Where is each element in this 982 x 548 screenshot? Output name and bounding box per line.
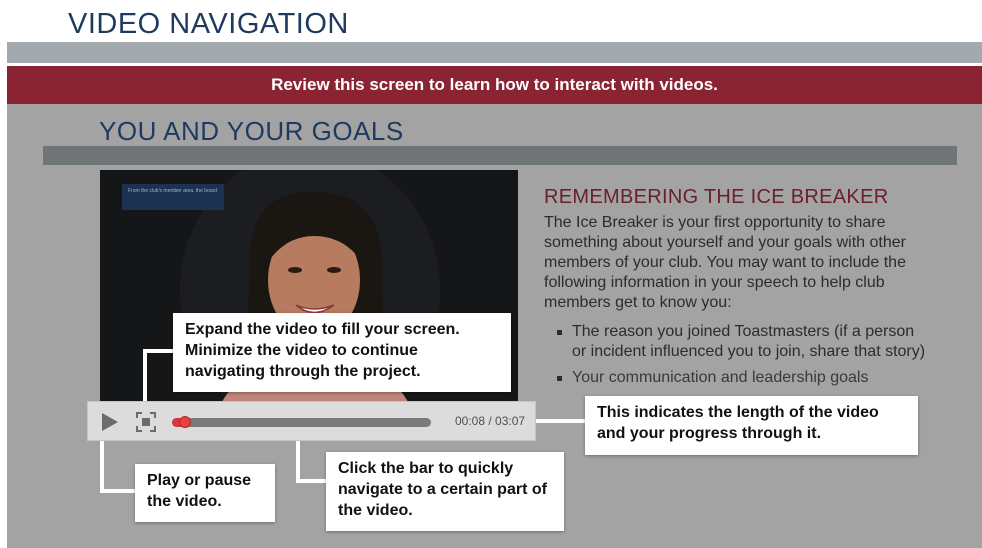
header-rule [7,42,982,63]
callout-leader [100,489,136,493]
callout-play: Play or pause the video. [135,464,275,522]
time-readout: 00:08 / 03:07 [455,414,526,428]
list-item: Your communication and leadership goals [557,368,927,388]
callout-expand: Expand the video to fill your screen. Mi… [173,313,511,392]
callout-length: This indicates the length of the video a… [585,396,918,455]
expand-icon[interactable] [135,411,157,433]
instruction-banner: Review this screen to learn how to inter… [7,66,982,104]
callout-leader [296,441,300,483]
callout-leader [143,349,175,353]
progress-seek-bar[interactable] [172,416,431,428]
callout-leader [100,441,104,493]
page-title: VIDEO NAVIGATION [68,8,349,40]
screen-preview: Review this screen to learn how to inter… [7,66,982,548]
callout-seek: Click the bar to quickly navigate to a c… [326,452,564,531]
video-control-bar: 00:08 / 03:07 [87,401,536,441]
callout-leader [143,349,147,407]
article-body: The Ice Breaker is your first opportunit… [544,214,906,311]
play-icon[interactable] [98,411,120,433]
section-rule [43,146,957,165]
article-title: REMEMBERING THE ICE BREAKER [544,186,889,208]
article-bullets: The reason you joined Toastmasters (if a… [557,322,927,388]
list-item: The reason you joined Toastmasters (if a… [557,322,927,362]
progress-knob[interactable] [179,416,192,428]
section-title: YOU AND YOUR GOALS [99,116,404,146]
callout-leader [296,479,328,483]
video-caption: From the club's member area, the board [122,184,224,210]
callout-leader [536,419,586,423]
